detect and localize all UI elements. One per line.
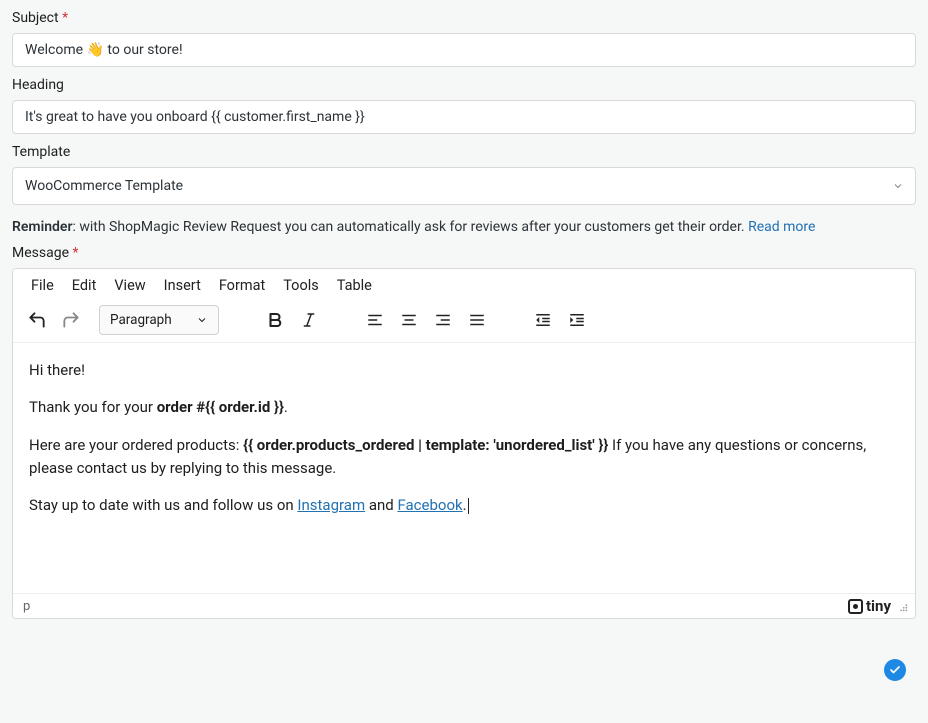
undo-button[interactable] [21,304,53,336]
menu-table[interactable]: Table [337,277,372,294]
facebook-link[interactable]: Facebook [397,496,462,514]
menu-file[interactable]: File [31,277,54,294]
align-right-icon [434,311,452,329]
paragraph: Here are your ordered products: {{ order… [29,434,899,481]
format-select[interactable]: Paragraph [99,305,219,335]
menu-insert[interactable]: Insert [164,277,201,294]
undo-icon [27,310,47,330]
paragraph: Stay up to date with us and follow us on… [29,494,899,517]
menu-format[interactable]: Format [219,277,265,294]
align-center-button[interactable] [393,304,425,336]
editor-menubar: File Edit View Insert Format Tools Table [13,269,915,300]
align-center-icon [400,311,418,329]
message-label: Message * [12,245,916,261]
bold-button[interactable] [259,304,291,336]
template-select[interactable]: WooCommerce Template [12,167,916,205]
align-justify-icon [468,311,486,329]
template-label: Template [12,144,916,160]
menu-edit[interactable]: Edit [72,277,97,294]
heading-input[interactable] [12,100,916,134]
tiny-logo-icon [848,599,863,614]
subject-input[interactable] [12,33,916,67]
bold-icon [266,311,284,329]
tiny-logo[interactable]: tiny [848,597,891,615]
editor-statusbar: p tiny [13,593,915,618]
align-justify-button[interactable] [461,304,493,336]
text-cursor [468,498,469,514]
indent-icon [568,311,586,329]
element-path[interactable]: p [23,599,30,614]
outdent-button[interactable] [527,304,559,336]
outdent-icon [534,311,552,329]
redo-icon [61,310,81,330]
rich-text-editor: File Edit View Insert Format Tools Table… [12,268,916,619]
template-selected: WooCommerce Template [25,178,183,194]
required-mark: * [72,245,78,261]
align-left-button[interactable] [359,304,391,336]
italic-button[interactable] [293,304,325,336]
align-left-icon [366,311,384,329]
resize-handle-icon[interactable] [895,599,909,613]
required-mark: * [62,10,68,26]
chevron-down-icon [196,314,208,326]
paragraph: Thank you for your order #{{ order.id }}… [29,396,899,419]
editor-toolbar: Paragraph [13,300,915,343]
align-right-button[interactable] [427,304,459,336]
menu-view[interactable]: View [114,277,145,294]
italic-icon [300,311,318,329]
heading-label: Heading [12,77,916,93]
indent-button[interactable] [561,304,593,336]
reminder-text: Reminder: with ShopMagic Review Request … [12,219,916,235]
editor-content[interactable]: Hi there! Thank you for your order #{{ o… [13,343,915,593]
menu-tools[interactable]: Tools [283,277,319,294]
redo-button[interactable] [55,304,87,336]
instagram-link[interactable]: Instagram [297,496,365,514]
format-select-value: Paragraph [110,312,172,328]
paragraph: Hi there! [29,359,899,382]
subject-label: Subject * [12,10,916,26]
reminder-read-more-link[interactable]: Read more [748,219,815,235]
